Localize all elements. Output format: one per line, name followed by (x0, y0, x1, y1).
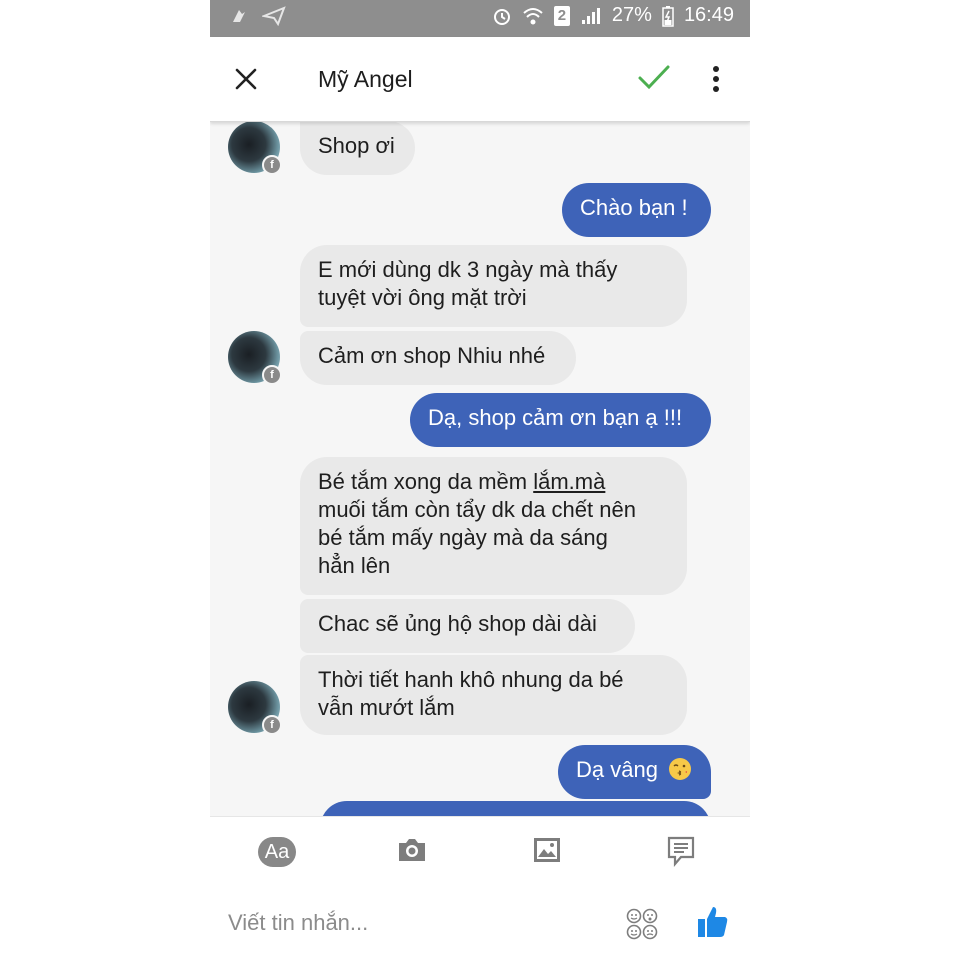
message-line: E mới dùng dk 3 ngày mà thấy (318, 257, 618, 282)
message-line: Bé tắm xong da mềm lắm.mà (318, 468, 669, 496)
sim-slot-badge: 2 (553, 5, 570, 26)
message-line: tuyệt vời ông mặt trời (318, 285, 527, 310)
incoming-message[interactable]: Chac sẽ ủng hộ shop dài dài (300, 599, 635, 653)
incoming-message[interactable]: Bé tắm xong da mềm lắm.mà muối tắm còn t… (300, 457, 687, 595)
clock: 16:49 (683, 4, 734, 26)
message-text: Bé tắm xong da mềm (318, 469, 534, 494)
facebook-badge-icon: f (262, 155, 282, 175)
signal-icon (581, 7, 600, 24)
message-thread[interactable]: f Shop ơi Chào bạn ! E mới dùng dk 3 ngà… (210, 121, 750, 816)
composer-toolbar: Aa (210, 816, 750, 887)
outgoing-message-partial[interactable] (320, 801, 711, 816)
send-icon (262, 6, 286, 26)
message-line: hẳn lên (318, 553, 391, 578)
incoming-message[interactable]: Cảm ơn shop Nhiu nhé (300, 331, 576, 385)
outgoing-message[interactable]: Chào bạn ! (562, 183, 711, 237)
more-vert-icon[interactable] (710, 66, 722, 92)
contact-name: Mỹ Angel (318, 66, 413, 92)
message-line: vẫn mướt lắm (318, 695, 455, 720)
phone-screen: 2 27% 16:49 Mỹ Angel f Shop ơi Chào bạn … (210, 0, 750, 960)
check-icon[interactable] (637, 64, 671, 92)
like-icon[interactable] (696, 904, 730, 940)
kissing-emoji-icon (669, 758, 692, 780)
camera-icon[interactable] (396, 835, 428, 865)
avatar[interactable]: f (228, 331, 282, 385)
facebook-badge-icon: f (262, 365, 282, 385)
wifi-icon (523, 7, 543, 24)
battery-icon (662, 5, 674, 27)
facebook-badge-icon: f (262, 715, 282, 735)
image-icon[interactable] (532, 835, 562, 865)
close-icon[interactable] (232, 65, 260, 93)
message-line: muối tắm còn tẩy dk da chết nên (318, 497, 636, 522)
incoming-message[interactable]: E mới dùng dk 3 ngày mà thấy tuyệt vời ô… (300, 245, 687, 327)
incoming-message[interactable]: Shop ơi (300, 121, 415, 175)
alarm-icon (493, 8, 510, 25)
sticker-icon[interactable] (666, 835, 696, 867)
underlined-text: lắm.mà (533, 469, 606, 494)
message-text: Dạ vâng (576, 757, 658, 782)
battery-percent: 27% (611, 4, 652, 26)
text-mode-button[interactable]: Aa (258, 837, 296, 867)
message-input[interactable]: Viết tin nhắn... (228, 910, 368, 936)
avatar[interactable]: f (228, 681, 282, 735)
composer: Viết tin nhắn... (210, 886, 750, 960)
status-bar: 2 27% 16:49 (210, 0, 750, 37)
conversation-header: Mỹ Angel (210, 37, 750, 122)
emoji-icon[interactable] (626, 908, 658, 940)
message-line: Thời tiết hanh khô nhung da bé (318, 667, 624, 692)
incoming-message[interactable]: Thời tiết hanh khô nhung da bé vẫn mướt … (300, 655, 687, 735)
notification-icon (233, 10, 245, 22)
outgoing-message[interactable]: Dạ vâng (558, 745, 711, 799)
outgoing-message[interactable]: Dạ, shop cảm ơn bạn ạ !!! (410, 393, 711, 447)
message-line: bé tắm mấy ngày mà da sáng (318, 525, 608, 550)
avatar[interactable]: f (228, 121, 282, 175)
